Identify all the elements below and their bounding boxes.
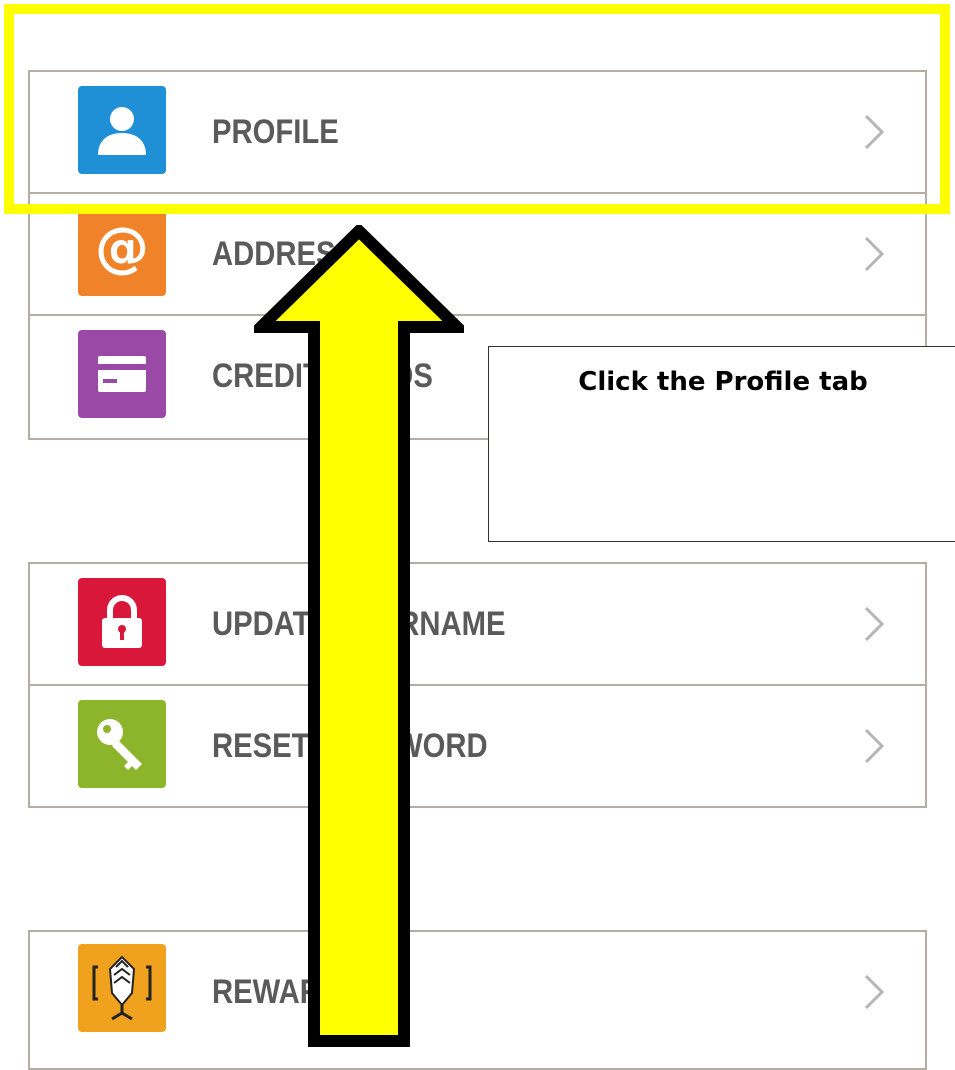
address-row[interactable]: @ ADDRESS (30, 194, 925, 316)
account-menu-group-3: REWARDS (28, 930, 927, 1070)
rewards-icon (78, 944, 166, 1032)
lock-icon (78, 578, 166, 666)
key-icon (78, 700, 166, 788)
instruction-callout: Click the Profile tab (488, 346, 955, 542)
address-label: ADDRESS (212, 235, 355, 273)
rewards-row[interactable]: REWARDS (30, 932, 925, 1054)
profile-label: PROFILE (212, 113, 339, 151)
person-icon (78, 86, 166, 174)
account-menu-group-2: UPDATE USERNAME RESET PASSWORD (28, 562, 927, 808)
credit-card-icon (78, 330, 166, 418)
credit-cards-label: CREDIT CARDS (212, 357, 433, 395)
update-username-row[interactable]: UPDATE USERNAME (30, 564, 925, 686)
profile-row[interactable]: PROFILE (30, 72, 925, 194)
at-sign-icon: @ (78, 208, 166, 296)
reset-password-label: RESET PASSWORD (212, 727, 488, 765)
chevron-right-icon (864, 606, 885, 642)
update-username-label: UPDATE USERNAME (212, 605, 506, 643)
rewards-label: REWARDS (212, 973, 362, 1011)
reset-password-row[interactable]: RESET PASSWORD (30, 686, 925, 808)
chevron-right-icon (864, 236, 885, 272)
instruction-text: Click the Profile tab (578, 367, 868, 397)
chevron-right-icon (864, 114, 885, 150)
chevron-right-icon (864, 974, 885, 1010)
chevron-right-icon (864, 728, 885, 764)
